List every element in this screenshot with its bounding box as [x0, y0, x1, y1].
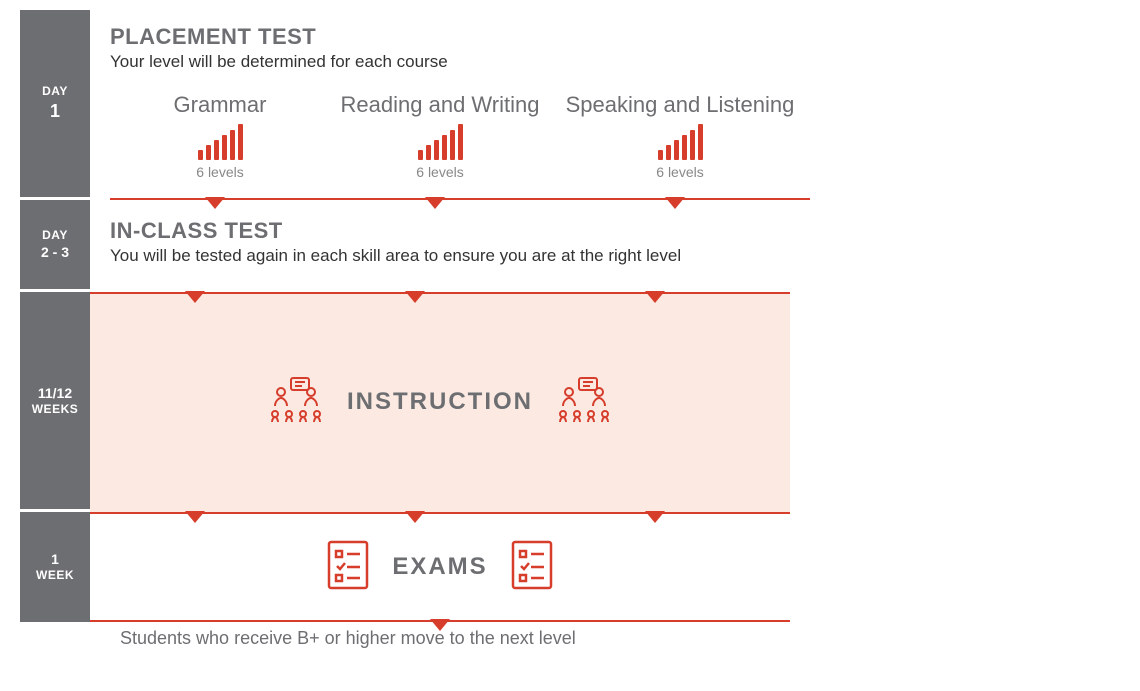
levels-label: 6 levels	[196, 164, 243, 180]
exams-band: EXAMS	[110, 512, 770, 622]
levels-bars-icon	[658, 124, 703, 160]
sidebar-label: WEEKS	[32, 402, 79, 418]
phase-2-content: IN-CLASS TEST You will be tested again i…	[90, 200, 1120, 292]
skill-title: Speaking and Listening	[566, 92, 795, 118]
levels-bars-icon	[418, 124, 463, 160]
course-timeline-diagram: DAY 1 PLACEMENT TEST Your level will be …	[20, 10, 1120, 649]
divider-top	[90, 292, 790, 294]
phase-1-subtitle: Your level will be determined for each c…	[110, 52, 1100, 72]
arrow-down-icon	[405, 291, 425, 303]
skill-reading-writing: Reading and Writing 6 levels	[330, 92, 550, 180]
arrow-down-icon	[430, 619, 450, 631]
phase-1-sidebar: DAY 1	[20, 10, 90, 200]
classroom-icon	[267, 376, 325, 429]
checklist-icon	[326, 539, 370, 596]
skill-speaking-listening: Speaking and Listening 6 levels	[550, 92, 810, 180]
phase-1-title: PLACEMENT TEST	[110, 24, 1100, 50]
levels-label: 6 levels	[416, 164, 463, 180]
sidebar-label: DAY	[42, 84, 68, 100]
phase-1-content: PLACEMENT TEST Your level will be determ…	[90, 10, 1120, 200]
arrow-down-icon	[185, 511, 205, 523]
sidebar-value: 2 - 3	[41, 243, 69, 261]
arrow-down-icon	[645, 511, 665, 523]
phase-4-row: 1 WEEK EXAMS	[20, 512, 1120, 622]
skill-grammar: Grammar 6 levels	[110, 92, 330, 180]
sidebar-value: 1	[50, 100, 60, 123]
arrow-down-icon	[645, 291, 665, 303]
sidebar-value: 1	[51, 550, 59, 568]
arrow-down-icon	[405, 511, 425, 523]
phase-2-title: IN-CLASS TEST	[110, 218, 1100, 244]
phase-3-title: INSTRUCTION	[347, 388, 533, 416]
phase-4-content: EXAMS	[90, 512, 790, 622]
arrow-down-icon	[185, 291, 205, 303]
phase-4-sidebar: 1 WEEK	[20, 512, 90, 622]
divider-bottom	[90, 620, 790, 622]
phase-3-content: INSTRUCTION	[90, 292, 790, 512]
phase-4-title: EXAMS	[392, 553, 487, 581]
phase-3-sidebar: 11/12 WEEKS	[20, 292, 90, 512]
phase-2-sidebar: DAY 2 - 3	[20, 200, 90, 292]
phase-2-row: DAY 2 - 3 IN-CLASS TEST You will be test…	[20, 200, 1120, 292]
phase-3-row: 11/12 WEEKS	[20, 292, 1120, 512]
skill-title: Reading and Writing	[341, 92, 540, 118]
divider-top	[90, 512, 790, 514]
levels-label: 6 levels	[656, 164, 703, 180]
footer-note: Students who receive B+ or higher move t…	[120, 628, 1120, 649]
sidebar-label: WEEK	[36, 568, 74, 584]
classroom-icon	[555, 376, 613, 429]
skills-row: Grammar 6 levels Reading and Writing 6 l…	[110, 92, 1100, 198]
sidebar-value: 11/12	[38, 384, 72, 402]
phase-2-subtitle: You will be tested again in each skill a…	[110, 246, 1100, 266]
sidebar-label: DAY	[42, 228, 68, 244]
instruction-band: INSTRUCTION	[110, 292, 770, 512]
skill-title: Grammar	[174, 92, 267, 118]
checklist-icon	[510, 539, 554, 596]
levels-bars-icon	[198, 124, 243, 160]
phase-1-row: DAY 1 PLACEMENT TEST Your level will be …	[20, 10, 1120, 200]
